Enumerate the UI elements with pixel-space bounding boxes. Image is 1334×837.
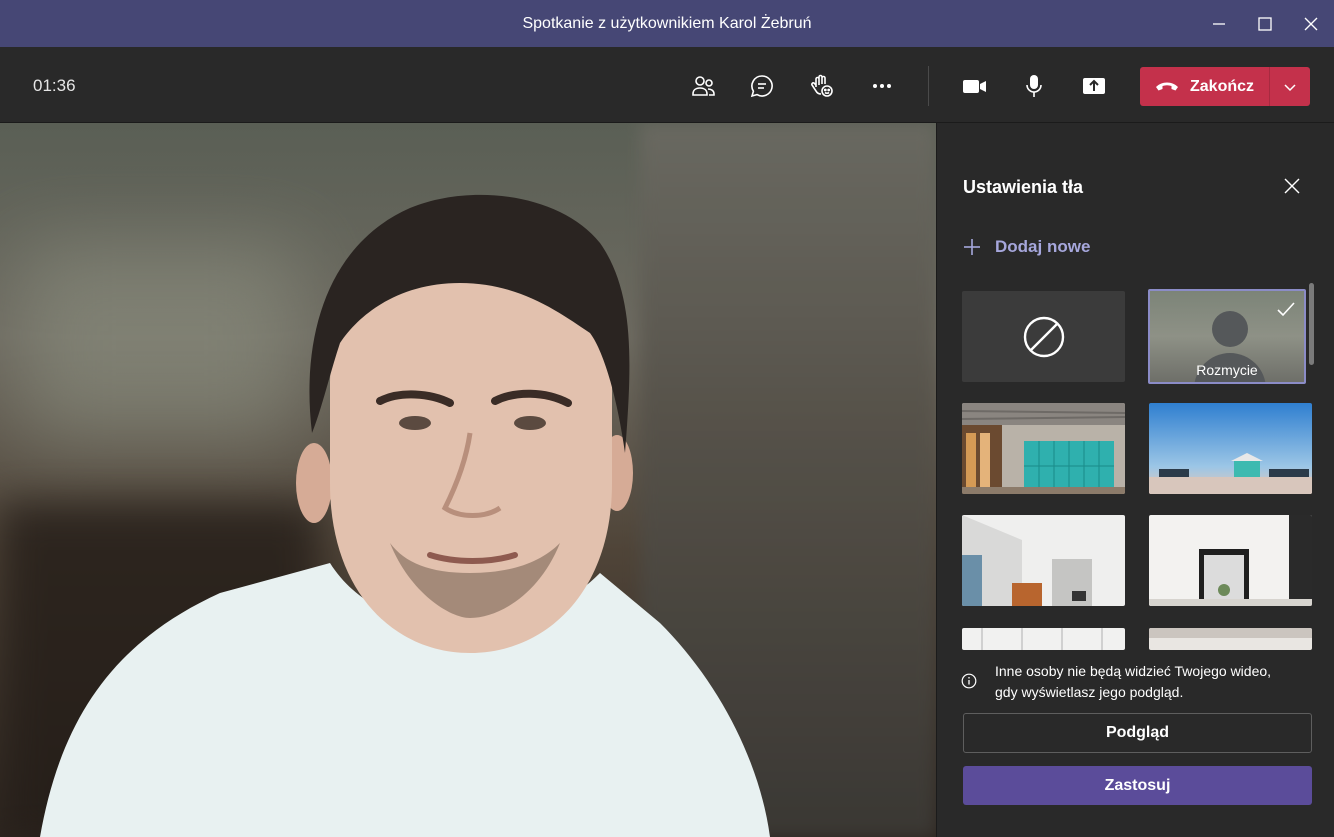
minimize-button[interactable]: [1196, 0, 1242, 47]
blur-option-label: Rozmycie: [1196, 362, 1258, 378]
participants-icon: [692, 76, 715, 96]
white-room-3-image: [962, 628, 1125, 650]
background-option-white-room-4[interactable]: [1149, 628, 1312, 650]
white-room-mirror-image: [1149, 515, 1312, 606]
end-call-label: Zakończ: [1190, 77, 1255, 95]
window-title: Spotkanie z użytkownikiem Karol Żebruń: [522, 14, 812, 32]
no-background-icon: [1023, 316, 1064, 357]
add-new-background-button[interactable]: Dodaj nowe: [963, 235, 1090, 259]
reactions-button[interactable]: [805, 69, 839, 103]
microphone-icon: [1026, 75, 1042, 97]
info-text-line-2: gdy wyświetlasz jego podgląd.: [995, 684, 1184, 700]
office-lockers-image: [962, 403, 1125, 494]
info-icon: [961, 673, 977, 689]
raise-hand-icon: [811, 74, 833, 97]
white-room-windows-image: [962, 515, 1125, 606]
apply-button[interactable]: Zastosuj: [963, 766, 1312, 805]
background-option-white-room-mirror[interactable]: [1149, 515, 1312, 606]
close-panel-button[interactable]: [1279, 173, 1305, 199]
preview-info: Inne osoby nie będą widzieć Twojego wide…: [961, 661, 1311, 703]
share-screen-icon: [1083, 78, 1105, 94]
beach-image: [1149, 403, 1312, 494]
info-text-line-1: Inne osoby nie będą widzieć Twojego wide…: [995, 663, 1272, 679]
add-new-label: Dodaj nowe: [995, 237, 1091, 256]
background-option-white-room-3[interactable]: [962, 628, 1125, 650]
info-text: Inne osoby nie będą widzieć Twojego wide…: [995, 661, 1271, 703]
end-call-options-button[interactable]: [1270, 67, 1310, 106]
background-option-office-lockers[interactable]: [962, 403, 1125, 494]
panel-title: Ustawienia tła: [963, 177, 1084, 197]
window-controls: [1196, 0, 1334, 47]
close-icon: [1284, 178, 1300, 194]
title-bar: Spotkanie z użytkownikiem Karol Żebruń: [0, 0, 1334, 47]
toolbar-divider: [928, 66, 929, 106]
maximize-icon: [1258, 16, 1272, 31]
chat-button[interactable]: [745, 69, 779, 103]
white-room-4-image: [1149, 628, 1312, 650]
teams-meeting-window: Spotkanie z użytkownikiem Karol Żebruń 0…: [0, 0, 1334, 837]
microphone-button[interactable]: [1017, 69, 1051, 103]
camera-icon: [963, 80, 986, 93]
end-call-main[interactable]: Zakończ: [1140, 67, 1269, 106]
maximize-button[interactable]: [1242, 0, 1288, 47]
panel-scrollbar[interactable]: [1309, 283, 1314, 365]
background-option-none[interactable]: [962, 291, 1125, 382]
self-video-preview: [0, 123, 936, 837]
chat-icon: [750, 75, 773, 98]
background-option-white-room-windows[interactable]: [962, 515, 1125, 606]
chevron-down-icon: [1284, 83, 1296, 91]
blur-preview-head: [1212, 311, 1248, 347]
background-option-beach[interactable]: [1149, 403, 1312, 494]
background-option-blur[interactable]: Rozmycie: [1148, 289, 1306, 384]
share-screen-button[interactable]: [1077, 69, 1111, 103]
background-settings-panel: Ustawienia tła Dodaj nowe Rozmycie Inne …: [936, 123, 1334, 837]
call-timer: 01:36: [33, 76, 76, 95]
close-icon: [1304, 17, 1318, 30]
close-window-button[interactable]: [1288, 0, 1334, 47]
camera-button[interactable]: [957, 69, 991, 103]
plus-icon: [964, 239, 980, 255]
minimize-icon: [1213, 22, 1225, 25]
end-call-button[interactable]: Zakończ: [1140, 67, 1310, 106]
meeting-toolbar: 01:36 Zakończ: [0, 47, 1334, 123]
checkmark-icon: [1277, 302, 1295, 317]
preview-button[interactable]: Podgląd: [963, 713, 1312, 753]
more-options-button[interactable]: [865, 69, 899, 103]
more-options-icon: [873, 84, 891, 88]
participants-button[interactable]: [686, 69, 720, 103]
hang-up-icon: [1156, 82, 1178, 90]
person-silhouette: [40, 194, 770, 837]
